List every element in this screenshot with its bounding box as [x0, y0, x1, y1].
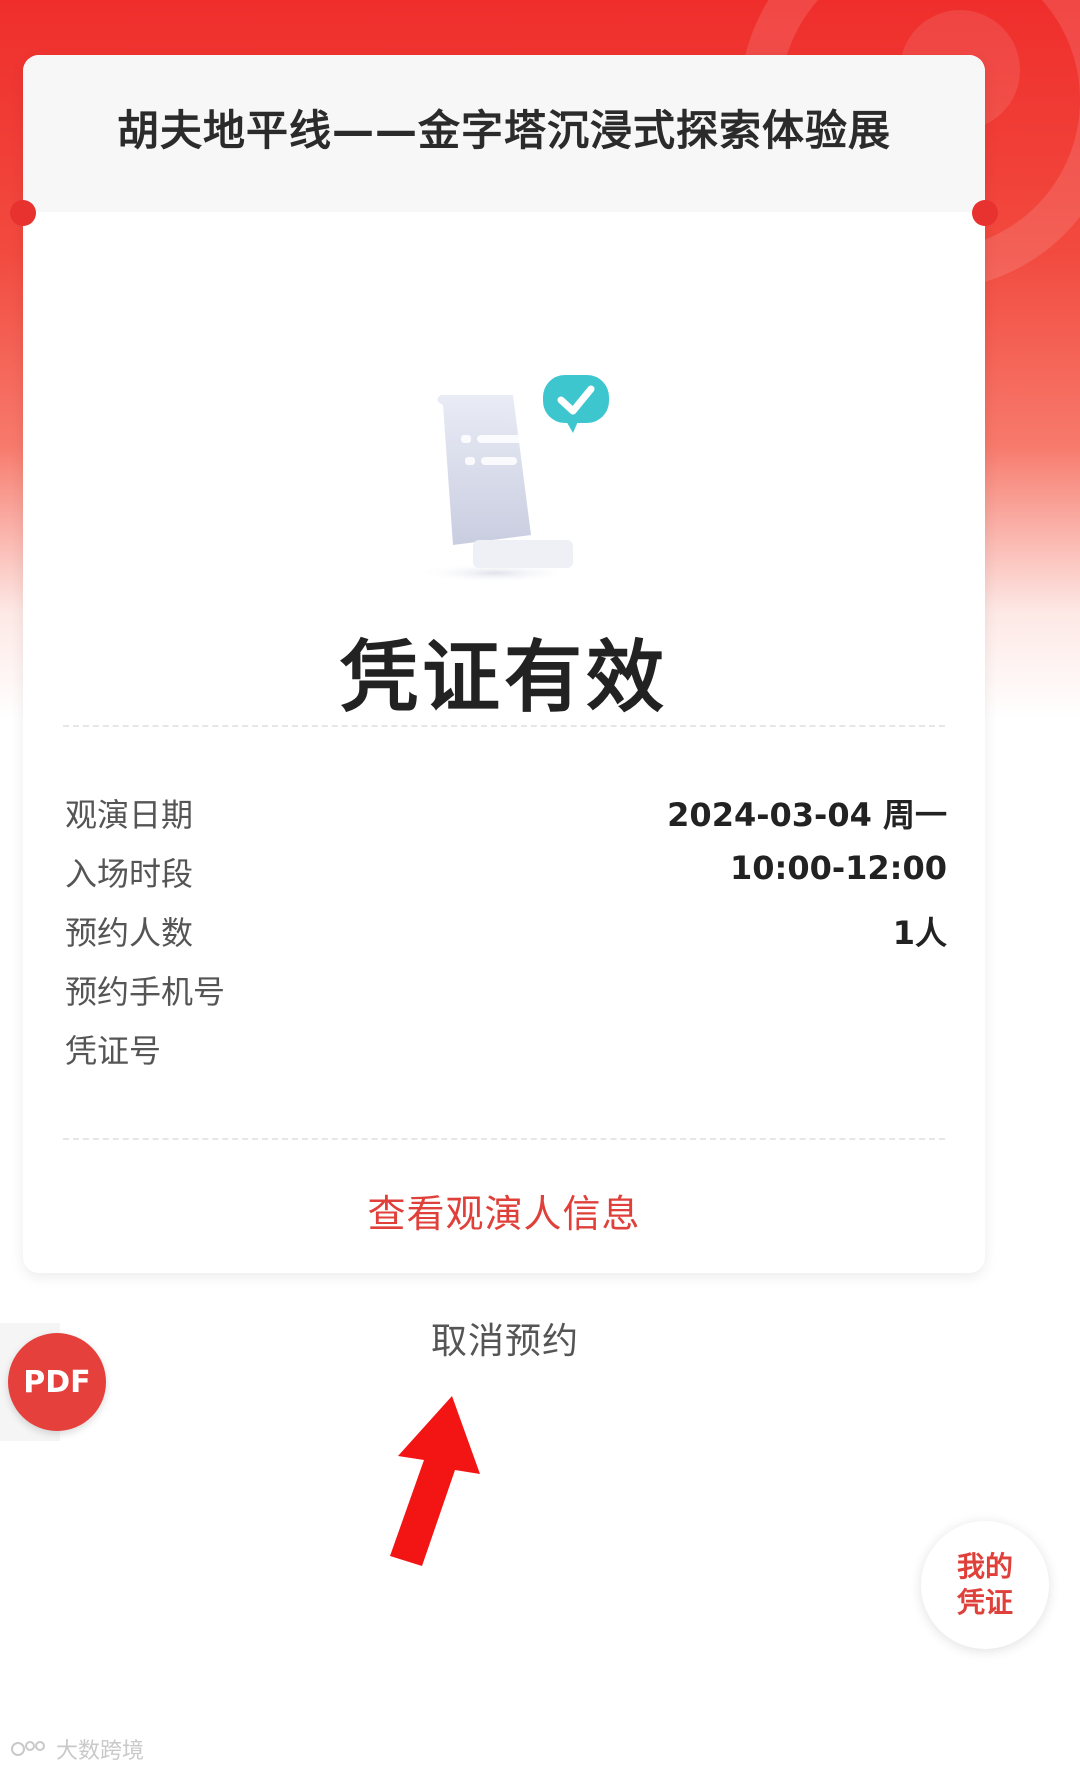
voucher-status-title: 凭证有效: [339, 633, 668, 723]
detail-label: 预约手机号: [65, 973, 226, 1011]
detail-row-voucher-no: 凭证号: [65, 1026, 947, 1076]
my-voucher-label: 凭证: [956, 1586, 1013, 1619]
voucher-check-icon: [417, 375, 609, 583]
voucher-card: 胡夫地平线——金字塔沉浸式探索体验展 凭证有效 观演日期 2024-03-04 …: [10, 55, 998, 1273]
my-voucher-label: 我的: [956, 1550, 1013, 1583]
view-audience-info-link[interactable]: 查看观演人信息: [23, 1183, 985, 1238]
card-header: 胡夫地平线——金字塔沉浸式探索体验展: [23, 55, 985, 212]
detail-row-time: 入场时段 10:00-12:00: [65, 849, 947, 899]
watermark: 大数跨境: [10, 1733, 144, 1765]
card-notch-left: [10, 200, 36, 226]
brand-logo-icon: [11, 1741, 45, 1756]
detail-value: 10:00-12:00: [730, 849, 947, 887]
divider: [63, 1138, 945, 1140]
detail-row-date: 观演日期 2024-03-04 周一: [65, 790, 947, 840]
card-notch-right: [972, 200, 998, 226]
detail-row-phone: 预约手机号: [65, 967, 947, 1017]
red-arrow-pointer-icon: [390, 1396, 480, 1566]
detail-label: 凭证号: [65, 1032, 162, 1070]
watermark-text: 大数跨境: [56, 1739, 145, 1764]
detail-label: 观演日期: [65, 796, 194, 834]
detail-row-count: 预约人数 1人: [65, 908, 947, 958]
cancel-booking-button[interactable]: 取消预约: [0, 1312, 1010, 1364]
detail-value: 2024-03-04 周一: [667, 796, 947, 834]
detail-label: 入场时段: [65, 855, 194, 893]
divider: [63, 725, 945, 727]
event-title: 胡夫地平线——金字塔沉浸式探索体验展: [116, 106, 891, 155]
my-voucher-button[interactable]: 我的 凭证: [921, 1521, 1049, 1649]
detail-label: 预约人数: [65, 914, 194, 952]
detail-value: 1人: [892, 914, 947, 952]
